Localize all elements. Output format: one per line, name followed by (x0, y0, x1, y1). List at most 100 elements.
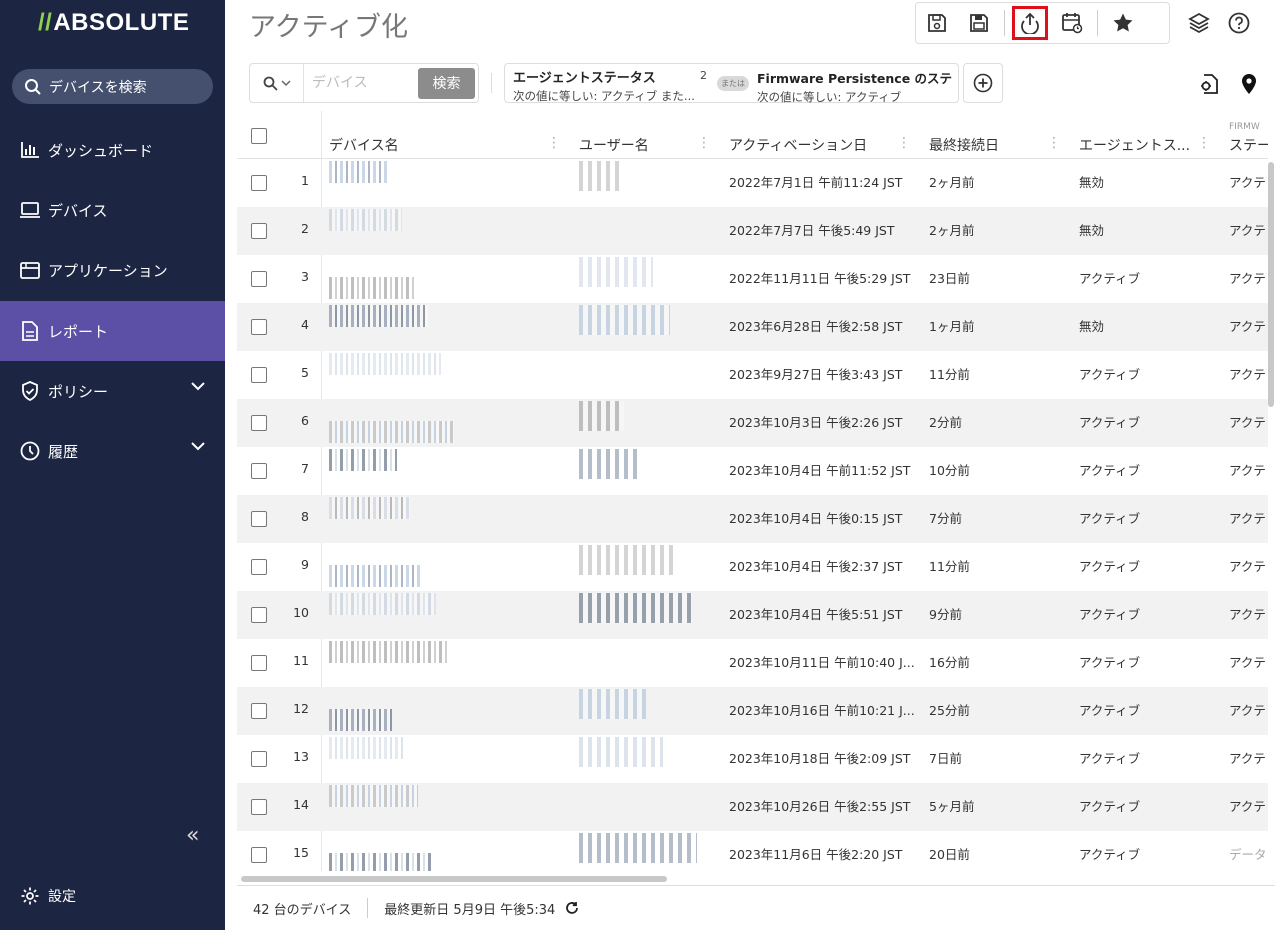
table-row[interactable]: 10 2023年10月4日 午後5:51 JST 9分前 アクティブ アクテ (237, 591, 1268, 639)
redacted-device-name[interactable] (329, 161, 389, 183)
redacted-device-name[interactable] (329, 421, 454, 443)
select-all-checkbox[interactable] (251, 128, 267, 144)
redacted-device-name[interactable] (329, 353, 441, 375)
device-search-button[interactable]: デバイスを検索 (12, 69, 213, 104)
add-filter-button[interactable] (963, 63, 1003, 103)
table-row[interactable]: 7 2023年10月4日 午前11:52 JST 10分前 アクティブ アクテ (237, 447, 1268, 495)
row-checkbox[interactable] (251, 415, 267, 431)
firmware-status-cell: アクテ (1229, 799, 1266, 814)
redacted-device-name[interactable] (329, 785, 418, 807)
table-row[interactable]: 11 2023年10月11日 午前10:40 J... 16分前 アクティブ アクテ (237, 639, 1268, 687)
table-row[interactable]: 1 2022年7月1日 午前11:24 JST 2ヶ月前 無効 アクテ (237, 159, 1268, 207)
table-row[interactable]: 2 2022年7月7日 午後5:49 JST 2ヶ月前 無効 アクテ (237, 207, 1268, 255)
column-menu-icon[interactable]: ⋮ (1197, 136, 1211, 150)
vertical-scrollbar[interactable] (1268, 162, 1274, 407)
table-row[interactable]: 4 2023年6月28日 午後2:58 JST 1ヶ月前 無効 アクテ (237, 303, 1268, 351)
horizontal-scrollbar[interactable] (241, 876, 667, 882)
row-checkbox[interactable] (251, 799, 267, 815)
footer-divider (367, 898, 369, 918)
row-checkbox[interactable] (251, 463, 267, 479)
redacted-device-name[interactable] (329, 709, 392, 731)
sidebar-item-devices[interactable]: デバイス (0, 180, 225, 240)
redacted-device-name[interactable] (329, 209, 402, 231)
settings-button[interactable]: 設定 (20, 886, 76, 906)
agent-status-cell: アクティブ (1079, 607, 1141, 622)
sidebar-item-policies[interactable]: ポリシー (0, 361, 225, 421)
row-checkbox[interactable] (251, 367, 267, 383)
last-updated-text: 最終更新日 5月9日 午後5:34 (384, 902, 556, 918)
row-checkbox[interactable] (251, 319, 267, 335)
agent-status-filter-chip[interactable]: エージェントステータス 次の値に等しい: アクティブ また... 2 または F… (504, 63, 959, 104)
redacted-device-name[interactable] (329, 305, 428, 327)
last-connected-cell: 2ヶ月前 (929, 175, 975, 190)
table-row[interactable]: 12 2023年10月16日 午前10:21 J... 25分前 アクティブ アクテ (237, 687, 1268, 735)
column-menu-icon[interactable]: ⋮ (697, 136, 711, 150)
row-number: 3 (301, 269, 309, 284)
redacted-device-name[interactable] (329, 497, 410, 519)
column-menu-icon[interactable]: ⋮ (897, 136, 911, 150)
sidebar-item-applications[interactable]: アプリケーション (0, 240, 225, 300)
collapse-sidebar-button[interactable]: « (186, 823, 199, 848)
row-checkbox[interactable] (251, 271, 267, 287)
row-checkbox[interactable] (251, 559, 267, 575)
sidebar-item-reports[interactable]: レポート (0, 301, 225, 361)
redacted-device-name[interactable] (329, 853, 431, 871)
activation-date-cell: 2023年10月26日 午後2:55 JST (729, 799, 911, 814)
agent-status-cell: アクティブ (1079, 463, 1141, 478)
table-row[interactable]: 3 2022年11月11日 午後5:29 JST 23日前 アクティブ アクテ (237, 255, 1268, 303)
search-button[interactable]: 検索 (418, 67, 475, 99)
row-checkbox[interactable] (251, 511, 267, 527)
schedule-button[interactable] (1051, 3, 1093, 43)
redacted-device-name[interactable] (329, 593, 436, 615)
table-row[interactable]: 14 2023年10月26日 午後2:55 JST 5ヶ月前 アクティブ アクテ (237, 783, 1268, 831)
column-header-agent-status[interactable]: エージェントス... ⋮ (1071, 111, 1221, 159)
redacted-user-name (579, 593, 692, 623)
table-row[interactable]: 9 2023年10月4日 午後2:37 JST 11分前 アクティブ アクテ (237, 543, 1268, 591)
export-icon (1021, 12, 1039, 34)
redacted-device-name[interactable] (329, 641, 449, 663)
row-checkbox[interactable] (251, 847, 267, 863)
row-checkbox[interactable] (251, 655, 267, 671)
row-checkbox[interactable] (251, 223, 267, 239)
map-view-button[interactable] (1236, 71, 1262, 97)
column-header-last-connected[interactable]: 最終接続日 ⋮ (921, 111, 1071, 159)
column-header-activation-date[interactable]: アクティベーション日 ⋮ (721, 111, 921, 159)
page-title: アクティブ化 (249, 12, 409, 43)
device-search-input[interactable] (304, 65, 418, 101)
table-row[interactable]: 6 2023年10月3日 午後2:26 JST 2分前 アクティブ アクテ (237, 399, 1268, 447)
firmware-status-cell: アクテ (1229, 175, 1266, 190)
refresh-button[interactable] (565, 901, 579, 915)
sidebar-item-history[interactable]: 履歴 (0, 421, 225, 481)
table-row[interactable]: 5 2023年9月27日 午後3:43 JST 11分前 アクティブ アクテ (237, 351, 1268, 399)
favorite-button[interactable] (1102, 3, 1144, 43)
device-search-box: 検索 (249, 63, 479, 103)
save-button[interactable] (916, 3, 958, 43)
row-checkbox[interactable] (251, 751, 267, 767)
row-checkbox[interactable] (251, 607, 267, 623)
column-menu-icon[interactable]: ⋮ (547, 136, 561, 150)
layers-button[interactable] (1186, 10, 1212, 36)
column-header-device-name[interactable]: デバイス名 ⋮ (321, 111, 571, 159)
row-checkbox[interactable] (251, 703, 267, 719)
search-icon (25, 78, 41, 95)
export-button[interactable] (1009, 3, 1051, 43)
save-as-button[interactable] (958, 3, 1000, 43)
firmware-status-cell: データ (1229, 847, 1267, 862)
column-settings-button[interactable] (1196, 71, 1222, 97)
table-row[interactable]: 15 2023年11月6日 午後2:20 JST 20日前 アクティブ データ (237, 831, 1268, 871)
row-number: 7 (301, 461, 309, 476)
search-type-dropdown[interactable] (250, 64, 304, 102)
table-row[interactable]: 13 2023年10月18日 午後2:09 JST 7日前 アクティブ アクテ (237, 735, 1268, 783)
row-checkbox[interactable] (251, 175, 267, 191)
redacted-device-name[interactable] (329, 737, 405, 759)
table-row[interactable]: 8 2023年10月4日 午後0:15 JST 7分前 アクティブ アクテ (237, 495, 1268, 543)
column-header-user-name[interactable]: ユーザー名 ⋮ (571, 111, 721, 159)
column-menu-icon[interactable]: ⋮ (1047, 136, 1061, 150)
column-header-firmware-status[interactable]: FIRMW ステー (1221, 111, 1268, 159)
redacted-device-name[interactable] (329, 449, 397, 471)
sidebar-item-dashboard[interactable]: ダッシュボード (0, 120, 225, 180)
redacted-device-name[interactable] (329, 277, 415, 299)
help-button[interactable] (1226, 10, 1252, 36)
last-connected-cell: 7日前 (929, 751, 962, 766)
redacted-device-name[interactable] (329, 565, 423, 587)
